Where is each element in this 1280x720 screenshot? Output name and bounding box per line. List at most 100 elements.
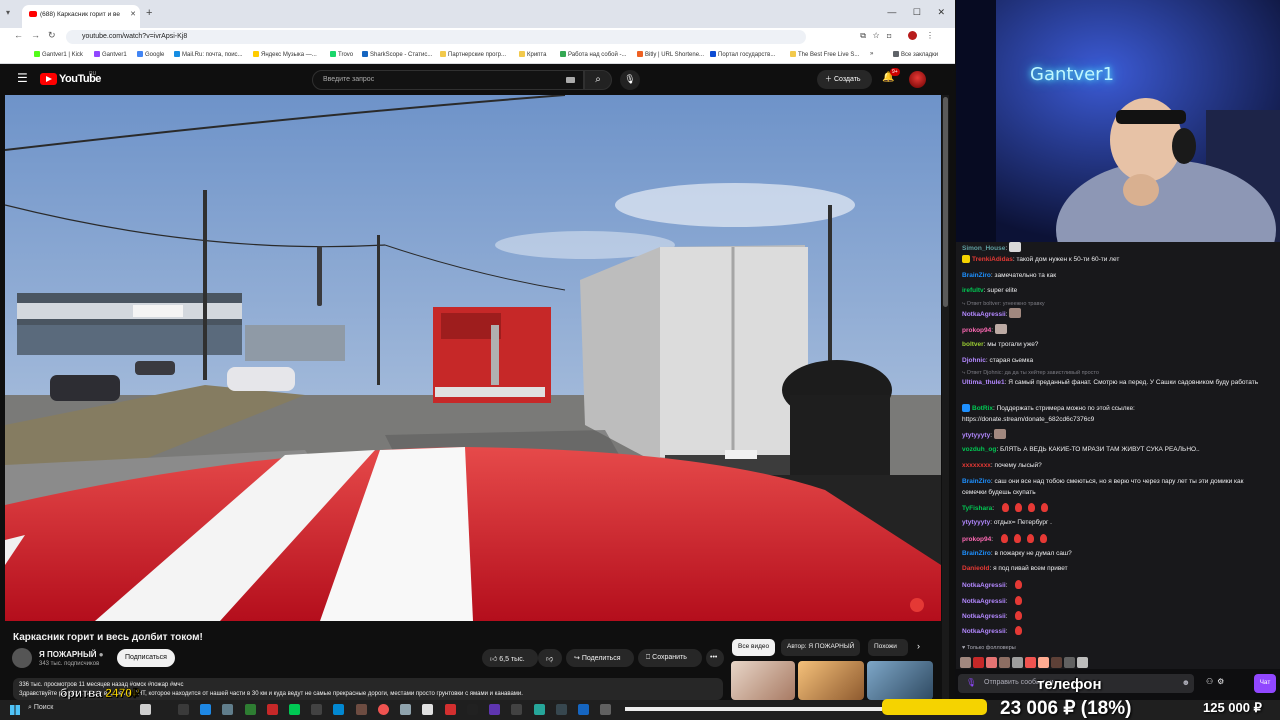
window-controls[interactable]: — ☐ ✕ (887, 7, 945, 18)
app-icon[interactable] (333, 704, 344, 715)
bookmark-item[interactable]: Trovo (330, 51, 353, 58)
chat-username[interactable]: NotkaAgressii (962, 628, 1006, 635)
back-icon[interactable]: ← (14, 30, 23, 40)
forward-icon[interactable]: → (31, 30, 40, 40)
taskview-icon[interactable] (178, 704, 189, 715)
share-button[interactable]: ↪ Поделиться (566, 649, 634, 667)
chat-username[interactable]: NotkaAgressii (962, 311, 1006, 318)
bookmark-item[interactable]: Mail.Ru: почта, поис... (174, 51, 243, 58)
app-icon[interactable] (311, 704, 322, 715)
subscribe-button[interactable]: Подписаться (117, 649, 175, 667)
chat-username[interactable]: vozduh_og (962, 446, 996, 453)
app-icon[interactable] (600, 704, 611, 715)
app-icon[interactable] (222, 704, 233, 715)
reload-icon[interactable]: ↻ (48, 30, 56, 41)
steam-icon[interactable] (578, 704, 589, 715)
emote-picker-icon[interactable]: ☻ (1182, 678, 1190, 687)
emote-bar[interactable] (960, 655, 1100, 668)
all-bookmarks-folder[interactable]: Все закладки (893, 51, 938, 58)
chat-username[interactable]: Djohnic (962, 357, 986, 364)
mic-icon[interactable]: 🎙 (966, 678, 976, 687)
page-scrollbar[interactable] (942, 95, 949, 700)
dislike-button[interactable]: 👎︎ (538, 649, 562, 667)
app-icon[interactable] (445, 704, 456, 715)
chat-username[interactable]: NotkaAgressii (962, 598, 1006, 605)
chip-author[interactable]: Автор: Я ПОЖАРНЫЙ (781, 639, 861, 656)
bookmarks-more-icon[interactable]: » (870, 51, 873, 57)
chat-username[interactable]: xxxxxxxx (962, 462, 991, 469)
bookmark-item[interactable]: Партнерские прогр... (440, 51, 506, 58)
chat-scrollbar[interactable] (317, 246, 322, 306)
chat-username[interactable]: ytytyyyty (962, 519, 990, 526)
chat-username[interactable]: prokop94 (962, 536, 991, 543)
create-button[interactable]: ＋ Создать (817, 70, 872, 89)
bookmark-item[interactable]: Портал государств... (710, 51, 775, 58)
app-icon[interactable] (356, 704, 367, 715)
video-player[interactable] (5, 95, 941, 621)
chat-username[interactable]: boltver (962, 341, 984, 348)
chat-username[interactable]: BrainZiro (962, 478, 991, 485)
keyboard-icon[interactable] (566, 77, 575, 83)
chips-next-icon[interactable]: › (917, 641, 920, 651)
related-thumbnail[interactable] (798, 661, 864, 700)
chat-username[interactable]: NotkaAgressii (962, 582, 1006, 589)
channel-name[interactable]: Я ПОЖАРНЫЙ ● (39, 650, 104, 659)
bookmark-item[interactable]: Bitly | URL Shortene... (637, 51, 704, 58)
bookmark-item[interactable]: Gantver1 (94, 51, 127, 58)
related-thumbnail[interactable] (731, 661, 795, 700)
tab-search-icon[interactable]: ▾ (6, 8, 10, 17)
bookmark-item[interactable]: Gantver1 | Kick (34, 51, 83, 58)
like-button[interactable]: 👍︎ 6,5 тыс. (482, 649, 538, 667)
bookmark-item[interactable]: SharkScope - Статис... (362, 51, 432, 58)
app-icon[interactable] (511, 704, 522, 715)
more-actions-button[interactable]: ••• (706, 649, 724, 667)
chat-username[interactable]: TyFishara (962, 505, 992, 512)
chip-all-videos[interactable]: Все видео (732, 639, 776, 656)
windows-start-icon[interactable] (10, 705, 20, 715)
related-thumbnail[interactable] (867, 661, 933, 700)
chat-settings-icon[interactable]: ⚇⚙ (1206, 677, 1228, 686)
chat-send-button[interactable]: Чат (1254, 674, 1276, 693)
chrome-icon[interactable] (378, 704, 389, 715)
chat-username[interactable]: BrainZiro (962, 272, 991, 279)
chat-username[interactable]: TrenkiAdidas (972, 256, 1013, 263)
scrollbar-thumb[interactable] (943, 97, 948, 307)
app-icon[interactable] (556, 704, 567, 715)
bookmark-item[interactable]: Крипта (519, 51, 546, 58)
account-avatar[interactable] (909, 71, 926, 88)
chat-username[interactable]: BotRix (972, 405, 993, 412)
zebra-app-icon[interactable] (140, 704, 151, 715)
chat-username[interactable]: prokop94 (962, 327, 991, 334)
address-bar[interactable]: youtube.com/watch?v=ivrApsi-Kj8 (66, 30, 806, 44)
bookmark-item[interactable]: Google (137, 51, 164, 58)
save-button[interactable]: ⎕ Сохранить (638, 649, 702, 667)
chat-username[interactable]: NotkaAgressii (962, 613, 1006, 620)
app-icon[interactable] (467, 704, 478, 715)
app-icon[interactable] (267, 704, 278, 715)
edge-icon[interactable] (200, 704, 211, 715)
search-input[interactable]: Введите запрос (312, 70, 584, 90)
chat-username[interactable]: irefultv (962, 287, 984, 294)
search-button[interactable]: ⌕ (584, 70, 612, 90)
bookmark-item[interactable]: Работа над собой -... (560, 51, 626, 58)
menu-icon[interactable]: ☰ (17, 71, 28, 85)
app-icon[interactable] (400, 704, 411, 715)
channel-avatar[interactable] (12, 648, 32, 668)
app-icon[interactable] (489, 704, 500, 715)
voice-search-button[interactable]: 🎙 (620, 70, 640, 90)
app-icon[interactable] (422, 704, 433, 715)
bookmark-item[interactable]: Яндекс Музыка —... (253, 51, 317, 58)
chat-username[interactable]: Danieold (962, 565, 989, 572)
app-icon[interactable] (245, 704, 256, 715)
toolbar-icons[interactable]: ⧉☆⊡ ⋮ (860, 31, 941, 41)
app-icon[interactable] (534, 704, 545, 715)
youtube-logo-icon[interactable] (40, 73, 57, 85)
profile-avatar[interactable] (907, 31, 917, 41)
app-icon[interactable] (289, 704, 300, 715)
taskbar-search[interactable]: ⌕ Поиск (28, 704, 53, 712)
chat-username[interactable]: BrainZiro (962, 550, 991, 557)
tab-close-icon[interactable]: ✕ (130, 10, 136, 18)
chat-username[interactable]: Simon_House (962, 245, 1005, 252)
bookmark-item[interactable]: The Best Free Live S... (790, 51, 859, 58)
tab-youtube[interactable]: (688) Каркасник горит и ве ✕ (22, 5, 140, 28)
